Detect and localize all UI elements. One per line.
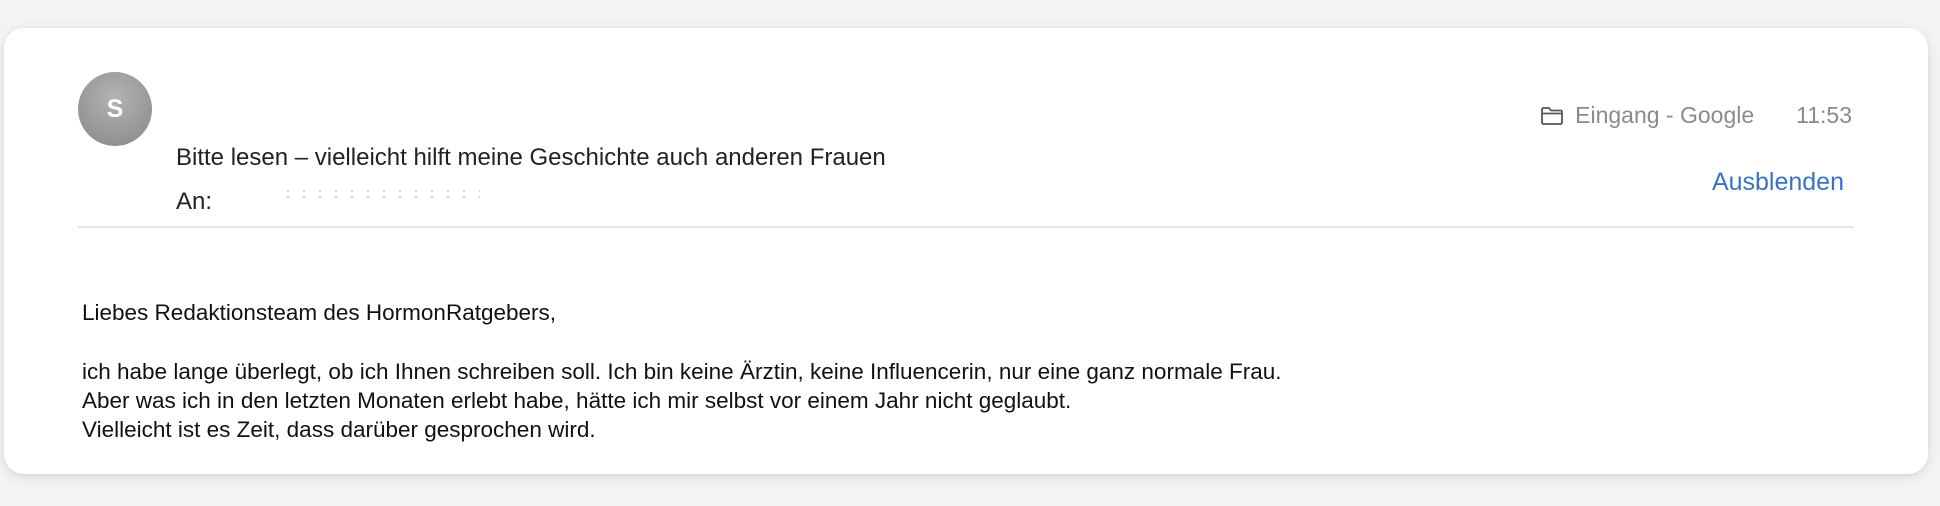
- recipient-row: An:: [176, 188, 480, 216]
- body-line-3: Vielleicht ist es Zeit, dass darüber ges…: [82, 417, 596, 442]
- recipient-label: An:: [176, 188, 213, 215]
- email-subject: Bitte lesen – vielleicht hilft meine Ges…: [176, 144, 886, 171]
- hide-details-link[interactable]: Ausblenden: [1712, 168, 1844, 197]
- email-greeting: Liebes Redaktionsteam des HormonRatgeber…: [82, 300, 557, 325]
- sender-avatar: S: [78, 72, 152, 146]
- body-line-2: Aber was ich in den letzten Monaten erle…: [82, 388, 1072, 413]
- email-body: Liebes Redaktionsteam des HormonRatgeber…: [82, 298, 1862, 444]
- recipient-redacted: [280, 188, 480, 200]
- email-message-card: S Bitte lesen – vielleicht hilft meine G…: [4, 28, 1928, 474]
- header-divider: [78, 226, 1854, 228]
- message-meta: Eingang - Google 11:53: [1540, 102, 1852, 129]
- folder-icon: [1541, 106, 1564, 125]
- mailbox-folder[interactable]: Eingang - Google: [1575, 102, 1754, 129]
- received-time: 11:53: [1796, 102, 1852, 128]
- body-line-1: ich habe lange überlegt, ob ich Ihnen sc…: [82, 359, 1282, 384]
- sender-initial: S: [106, 94, 124, 123]
